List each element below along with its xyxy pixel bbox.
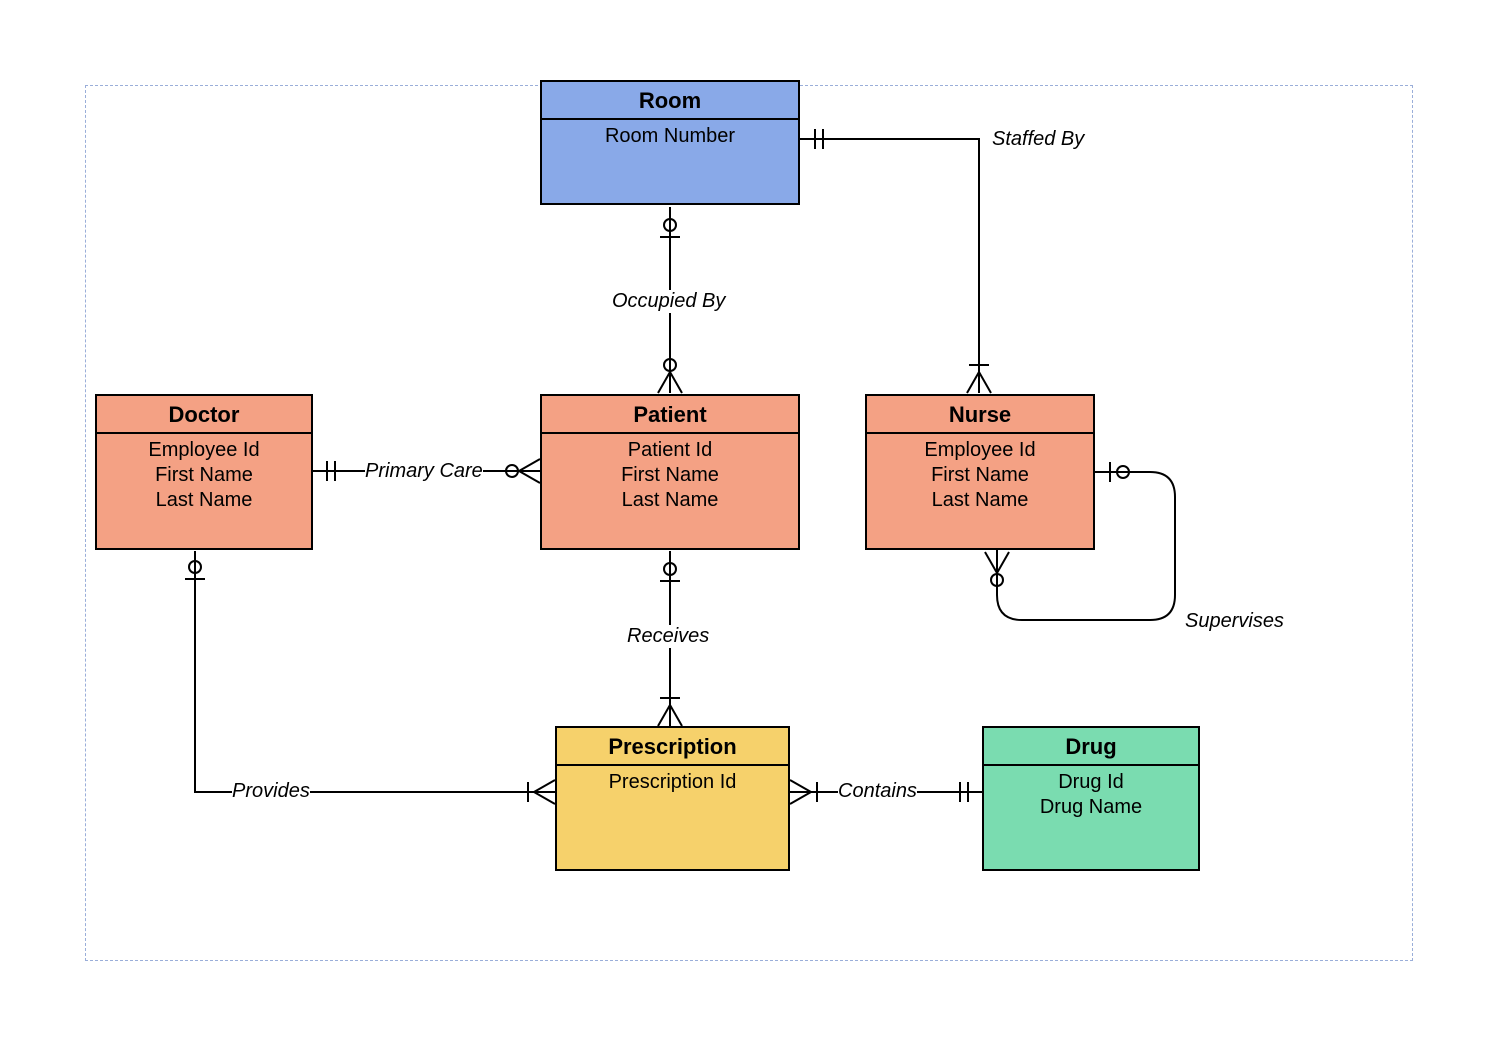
attr: Drug Id — [988, 770, 1194, 795]
label-primary-care: Primary Care — [365, 460, 483, 483]
entity-room[interactable]: Room Room Number — [540, 80, 800, 205]
label-occupied-by: Occupied By — [612, 290, 725, 313]
attr: First Name — [871, 463, 1089, 488]
attr: Last Name — [101, 488, 307, 513]
rel-provides — [185, 551, 555, 804]
entity-attrs: Patient Id First Name Last Name — [542, 434, 798, 517]
entity-attrs: Employee Id First Name Last Name — [867, 434, 1093, 517]
entity-prescription[interactable]: Prescription Prescription Id — [555, 726, 790, 871]
attr: Prescription Id — [561, 770, 784, 795]
attr: First Name — [546, 463, 794, 488]
attr: First Name — [101, 463, 307, 488]
attr: Employee Id — [871, 438, 1089, 463]
entity-attrs: Prescription Id — [557, 766, 788, 799]
attr: Patient Id — [546, 438, 794, 463]
attr: Employee Id — [101, 438, 307, 463]
label-supervises: Supervises — [1185, 610, 1284, 633]
label-staffed-by: Staffed By — [992, 128, 1084, 151]
entity-attrs: Room Number — [542, 120, 798, 153]
entity-drug[interactable]: Drug Drug Id Drug Name — [982, 726, 1200, 871]
entity-title: Prescription — [557, 728, 788, 766]
attr: Last Name — [871, 488, 1089, 513]
entity-patient[interactable]: Patient Patient Id First Name Last Name — [540, 394, 800, 550]
attr: Room Number — [546, 124, 794, 149]
entity-title: Room — [542, 82, 798, 120]
rel-staffed-by — [800, 129, 991, 393]
label-provides: Provides — [232, 780, 310, 803]
entity-doctor[interactable]: Doctor Employee Id First Name Last Name — [95, 394, 313, 550]
attr: Last Name — [546, 488, 794, 513]
entity-title: Patient — [542, 396, 798, 434]
entity-title: Nurse — [867, 396, 1093, 434]
label-receives: Receives — [627, 625, 709, 648]
entity-title: Doctor — [97, 396, 311, 434]
entity-title: Drug — [984, 728, 1198, 766]
attr: Drug Name — [988, 795, 1194, 820]
entity-attrs: Drug Id Drug Name — [984, 766, 1198, 824]
entity-nurse[interactable]: Nurse Employee Id First Name Last Name — [865, 394, 1095, 550]
label-contains: Contains — [838, 780, 917, 803]
entity-attrs: Employee Id First Name Last Name — [97, 434, 311, 517]
